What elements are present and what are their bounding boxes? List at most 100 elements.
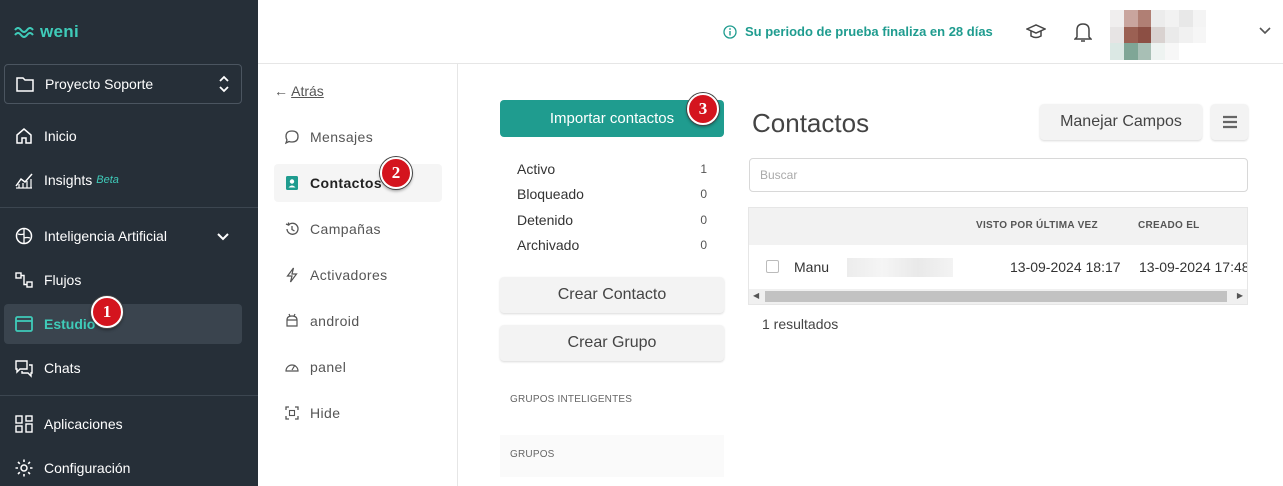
table-header: VISTO POR ÚLTIMA VEZ CREADO EL (749, 208, 1247, 245)
subnav-panel[interactable]: panel (274, 348, 442, 386)
lightning-icon (286, 267, 298, 283)
contact-card-icon (286, 176, 298, 190)
column-header-last-seen[interactable]: VISTO POR ÚLTIMA VEZ (976, 220, 1098, 231)
flow-icon (15, 272, 33, 288)
beta-badge: Beta (96, 174, 119, 186)
info-icon (723, 24, 737, 39)
step-badge-3: 3 (687, 93, 719, 125)
status-label: Bloqueado (517, 186, 584, 203)
sidebar-divider (0, 207, 258, 208)
create-contact-button[interactable]: Crear Contacto (500, 277, 724, 313)
nav-flujos[interactable]: Flujos (4, 260, 242, 300)
subnav-activadores[interactable]: Activadores (274, 256, 442, 294)
back-label: Atrás (291, 83, 324, 99)
frame-icon (285, 406, 299, 420)
secondary-nav: ← Atrás Mensajes Contactos Campañas Acti… (258, 64, 458, 486)
status-label: Detenido (517, 211, 574, 228)
contact-name[interactable]: Manu (794, 259, 829, 275)
status-count: 0 (700, 187, 707, 202)
nav-estudio[interactable]: Estudio (4, 304, 242, 344)
nav-flujos-label: Flujos (44, 272, 82, 288)
redacted-field (847, 258, 953, 277)
search-input[interactable] (749, 158, 1248, 192)
nav-configuracion[interactable]: Configuración (4, 448, 242, 486)
status-label: Activo (517, 160, 556, 177)
status-activo[interactable]: Activo 1 (517, 156, 707, 182)
nav-ia-label: Inteligencia Artificial (44, 228, 167, 244)
status-bloqueado[interactable]: Bloqueado 0 (517, 182, 707, 208)
chevron-down-icon[interactable] (1258, 26, 1272, 36)
contacts-table: VISTO POR ÚLTIMA VEZ CREADO EL Manu 13-0… (748, 207, 1248, 305)
subnav-mensajes-label: Mensajes (310, 129, 374, 145)
scrollbar-thumb[interactable] (765, 291, 1227, 302)
bell-icon[interactable] (1074, 21, 1092, 43)
status-count: 0 (700, 212, 707, 227)
gear-icon (15, 459, 33, 477)
apps-icon (15, 415, 33, 433)
row-checkbox[interactable] (766, 260, 779, 273)
nav-estudio-label: Estudio (44, 316, 96, 332)
nav-inteligencia-artificial[interactable]: Inteligencia Artificial (4, 216, 242, 256)
trial-notice-text: Su periodo de prueba finaliza en 28 días (745, 24, 993, 39)
smart-groups-header: GRUPOS INTELIGENTES (510, 394, 633, 405)
status-label: Archivado (517, 237, 580, 254)
status-count: 0 (700, 238, 707, 253)
nav-chats[interactable]: Chats (4, 348, 242, 388)
horizontal-scrollbar[interactable]: ◀ ▶ (749, 289, 1247, 304)
scroll-right-icon[interactable]: ▶ (1237, 291, 1243, 300)
nav-aplicaciones[interactable]: Aplicaciones (4, 404, 242, 444)
subnav-campanas[interactable]: Campañas (274, 210, 442, 248)
page-title: Contactos (752, 108, 870, 138)
android-icon (286, 313, 298, 327)
nav-configuracion-label: Configuración (44, 460, 131, 476)
last-seen-cell: 13-09-2024 18:17 (1010, 259, 1121, 275)
project-selector[interactable]: Proyecto Soporte (4, 64, 242, 104)
step-badge-2: 2 (380, 157, 412, 189)
status-archivado[interactable]: Archivado 0 (517, 233, 707, 259)
chart-icon (15, 173, 33, 189)
create-group-button[interactable]: Crear Grupo (500, 325, 724, 361)
brain-icon (15, 227, 33, 245)
created-cell: 13-09-2024 17:48 (1139, 259, 1248, 275)
back-link[interactable]: ← Atrás (274, 83, 324, 99)
nav-inicio-label: Inicio (44, 128, 77, 144)
subnav-android[interactable]: android (274, 302, 442, 340)
subnav-contactos[interactable]: Contactos (274, 164, 442, 202)
project-name: Proyecto Soporte (45, 76, 154, 92)
sidebar: weni Proyecto Soporte Inicio Insights Be… (0, 0, 258, 486)
sidebar-divider (0, 395, 258, 396)
chevron-updown-icon (219, 75, 229, 93)
subnav-panel-label: panel (310, 359, 347, 375)
weni-wave-icon (14, 27, 34, 38)
subnav-campanas-label: Campañas (310, 221, 381, 237)
column-header-created[interactable]: CREADO EL (1138, 220, 1200, 231)
chat-icon (15, 360, 33, 378)
top-bar: Su periodo de prueba finaliza en 28 días (258, 0, 1283, 64)
nav-inicio[interactable]: Inicio (4, 116, 242, 156)
groups-header: GRUPOS (510, 449, 555, 460)
status-detenido[interactable]: Detenido 0 (517, 207, 707, 233)
nav-chats-label: Chats (44, 360, 81, 376)
subnav-android-label: android (310, 313, 360, 329)
logo-text: weni (40, 22, 79, 41)
nav-aplicaciones-label: Aplicaciones (44, 416, 123, 432)
home-icon (16, 128, 32, 144)
weni-logo[interactable]: weni (14, 22, 79, 42)
more-menu-button[interactable] (1211, 104, 1248, 140)
chevron-down-icon (217, 233, 229, 241)
scroll-left-icon[interactable]: ◀ (753, 291, 759, 300)
subnav-hide[interactable]: Hide (274, 394, 442, 432)
contact-status-list: Activo 1 Bloqueado 0 Detenido 0 Archivado 0 (517, 156, 707, 258)
graduation-cap-icon[interactable] (1026, 22, 1046, 42)
subnav-mensajes[interactable]: Mensajes (274, 118, 442, 156)
nav-insights[interactable]: Insights Beta (4, 160, 242, 200)
manage-fields-button[interactable]: Manejar Campos (1040, 104, 1202, 140)
avatar[interactable] (1110, 10, 1220, 60)
table-row[interactable]: Manu 13-09-2024 18:17 13-09-2024 17:48 (749, 245, 1247, 289)
subnav-contactos-label: Contactos (310, 175, 383, 191)
gauge-icon (285, 364, 299, 372)
hamburger-icon (1222, 115, 1237, 129)
window-icon (15, 316, 33, 332)
nav-insights-label: Insights (44, 172, 93, 188)
results-count: 1 resultados (762, 316, 839, 332)
